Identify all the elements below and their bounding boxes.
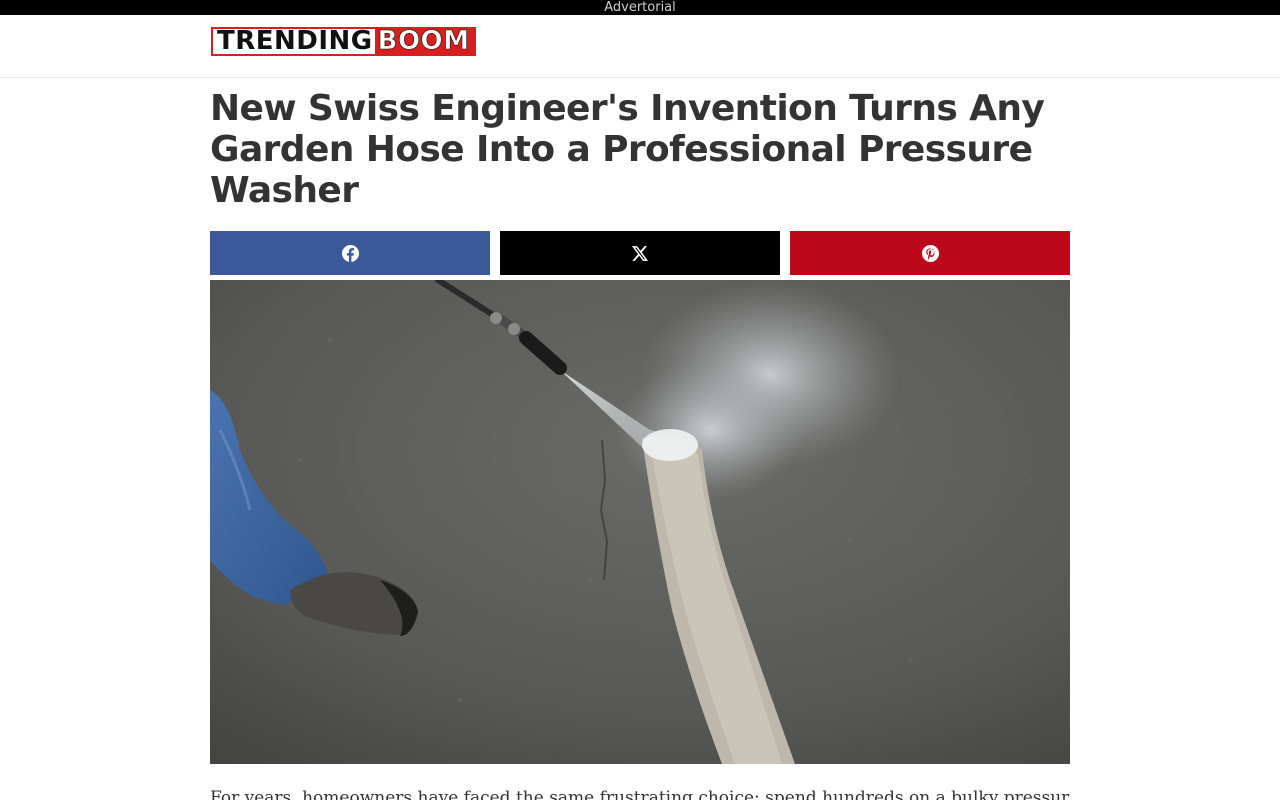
pinterest-icon <box>921 244 939 262</box>
advertorial-label: Advertorial <box>604 0 676 15</box>
hero-image <box>210 280 1070 764</box>
share-facebook-button[interactable] <box>210 231 490 275</box>
site-header: TRENDING BOOM <box>0 15 1280 78</box>
share-pinterest-button[interactable] <box>790 231 1070 275</box>
site-logo[interactable]: TRENDING BOOM <box>211 27 476 56</box>
logo-boom: BOOM <box>374 28 474 54</box>
article-headline: New Swiss Engineer's Invention Turns Any… <box>210 88 1045 211</box>
x-icon <box>632 245 648 261</box>
article-intro: For years, homeowners have faced the sam… <box>210 788 1070 800</box>
pressure-washer-photo <box>210 280 1070 764</box>
advertorial-bar: Advertorial <box>0 0 1280 15</box>
logo-trending: TRENDING <box>213 28 375 54</box>
share-x-button[interactable] <box>500 231 780 275</box>
facebook-icon <box>341 244 359 262</box>
